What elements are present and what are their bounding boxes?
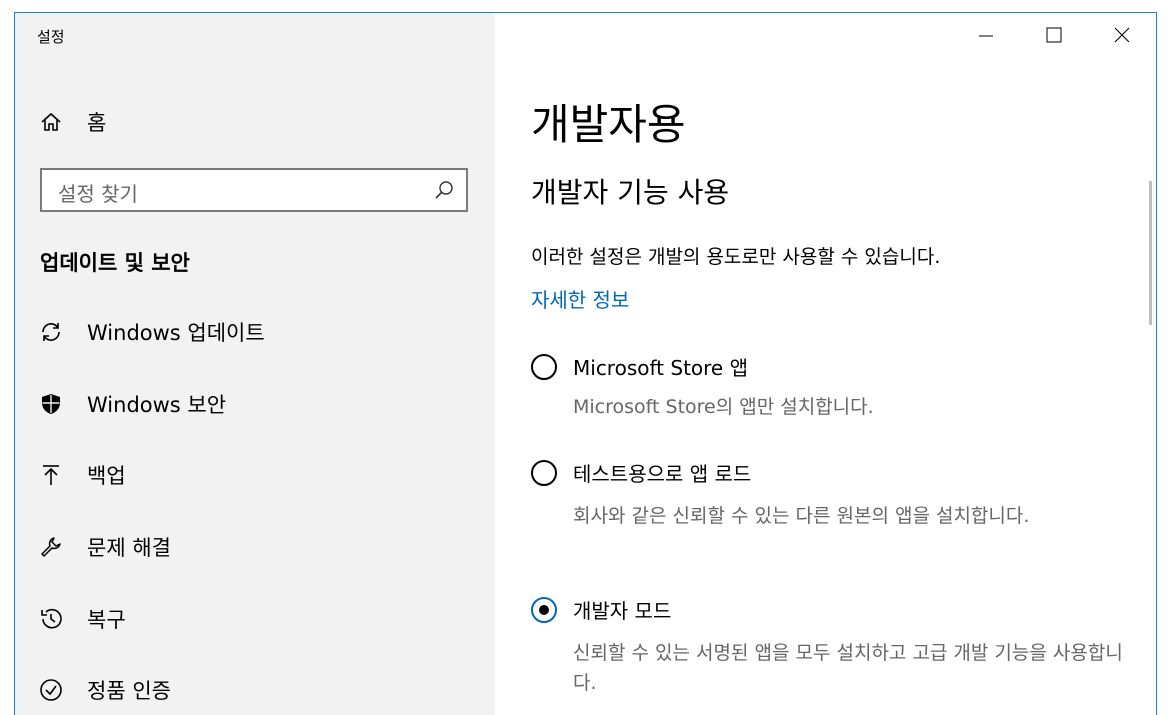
page-title: 개발자용 (531, 100, 686, 149)
close-icon (1114, 27, 1130, 47)
sidebar-item-home[interactable]: 홈 (15, 99, 495, 145)
minimize-button[interactable] (952, 13, 1020, 61)
upload-arrow-icon (39, 463, 63, 487)
scrollbar[interactable] (1149, 181, 1152, 325)
minimize-icon (979, 28, 993, 47)
main-content: 개발자용 개발자 기능 사용 이러한 설정은 개발의 용도로만 사용할 수 있습… (495, 13, 1156, 715)
option-description: 회사와 같은 신뢰할 수 있는 다른 원본의 앱을 설치합니다. (573, 505, 1030, 527)
sidebar-item-label: 홈 (87, 111, 107, 135)
sidebar-item-label: 복구 (87, 608, 126, 632)
learn-more-link[interactable]: 자세한 정보 (531, 284, 629, 313)
sidebar-item-backup[interactable]: 백업 (15, 452, 495, 498)
section-title: 업데이트 및 보안 (40, 251, 190, 275)
section-subtitle: 개발자 기능 사용 (531, 176, 730, 209)
sidebar-item-windows-update[interactable]: Windows 업데이트 (15, 309, 495, 355)
settings-window: 설정 홈 설정 찾기 업데이트 및 보안 Windows 업데이트 Window (14, 12, 1157, 715)
option-label: Microsoft Store 앱 (573, 356, 748, 380)
app-title: 설정 (37, 28, 65, 46)
wrench-icon (39, 535, 63, 559)
search-placeholder: 설정 찾기 (58, 182, 138, 206)
close-button[interactable] (1088, 13, 1156, 61)
option-description: 신뢰할 수 있는 서명된 앱을 모두 설치하고 고급 개발 기능을 사용합니다. (573, 642, 1123, 694)
sync-icon (39, 320, 63, 344)
sidebar-item-label: 백업 (87, 464, 126, 488)
sidebar-item-activation[interactable]: 정품 인증 (15, 667, 495, 713)
option-label: 테스트용으로 앱 로드 (573, 462, 752, 486)
sidebar-item-windows-security[interactable]: Windows 보안 (15, 381, 495, 427)
section-description: 이러한 설정은 개발의 용도로만 사용할 수 있습니다. (531, 246, 941, 268)
sidebar-item-label: 문제 해결 (87, 536, 171, 560)
sidebar-item-label: 정품 인증 (87, 679, 171, 703)
search-icon[interactable] (434, 180, 454, 200)
home-icon (39, 110, 63, 134)
history-icon (39, 607, 63, 631)
option-label: 개발자 모드 (573, 599, 672, 623)
sidebar-item-recovery[interactable]: 복구 (15, 596, 495, 642)
option-description: Microsoft Store의 앱만 설치합니다. (573, 396, 874, 418)
sidebar-item-troubleshoot[interactable]: 문제 해결 (15, 524, 495, 570)
radio-button-selected[interactable] (531, 597, 557, 623)
sidebar: 설정 홈 설정 찾기 업데이트 및 보안 Windows 업데이트 Window (15, 13, 495, 715)
radio-button[interactable] (531, 460, 557, 486)
sidebar-item-label: Windows 업데이트 (87, 321, 265, 345)
sidebar-item-label: Windows 보안 (87, 393, 227, 417)
maximize-icon (1046, 27, 1062, 47)
maximize-button[interactable] (1020, 13, 1088, 61)
radio-button[interactable] (531, 354, 557, 380)
check-circle-icon (39, 678, 63, 702)
shield-icon (39, 392, 63, 416)
search-input[interactable]: 설정 찾기 (40, 168, 468, 212)
